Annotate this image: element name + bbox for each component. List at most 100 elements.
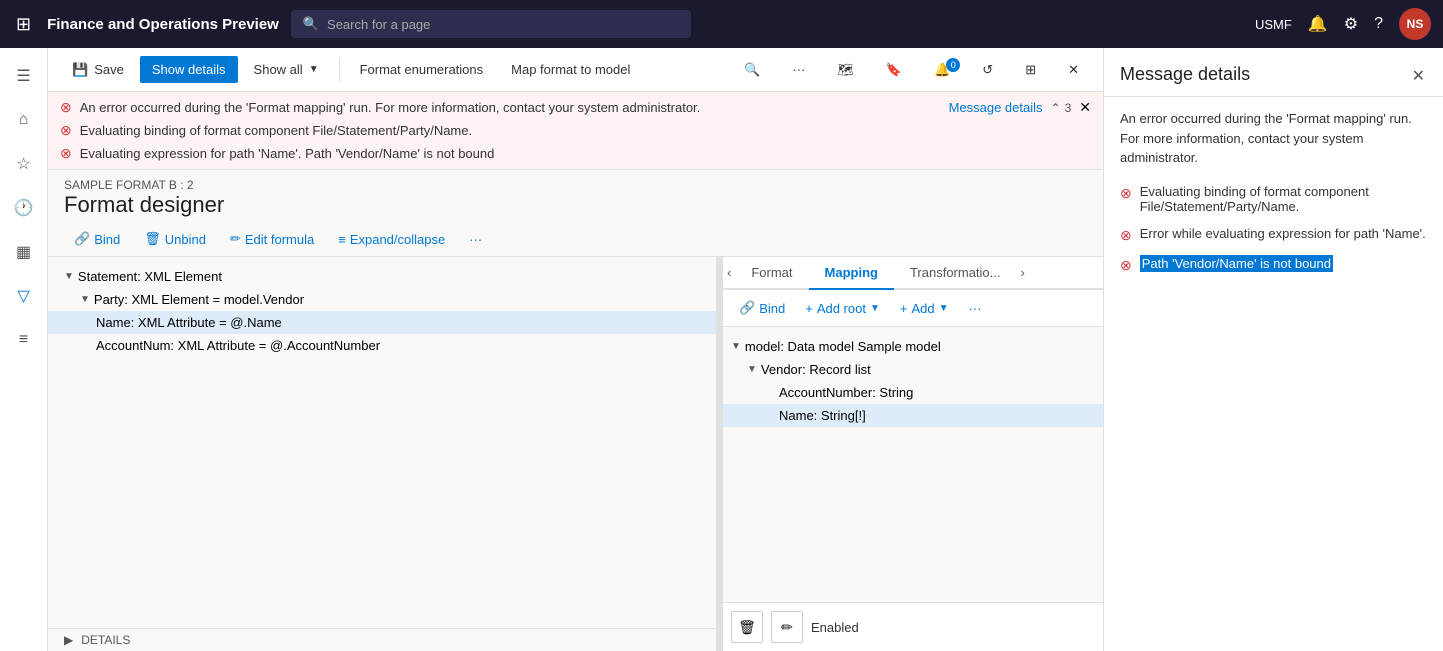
add-button[interactable]: + Add ▼ — [892, 297, 957, 320]
refresh-button[interactable]: ↺ — [970, 56, 1005, 84]
map-icon-button[interactable]: 🗺 — [825, 56, 866, 84]
save-button[interactable]: 💾 Save — [60, 56, 136, 84]
edit-formula-icon: ✏ — [230, 231, 241, 247]
sidebar-item-home[interactable]: ⌂ — [4, 100, 44, 140]
msg-error-text-2: Error while evaluating expression for pa… — [1140, 226, 1426, 241]
mapping-tab-nav-right[interactable]: › — [1017, 257, 1029, 288]
tree-item-name[interactable]: Name: XML Attribute = @.Name — [48, 311, 716, 334]
company-selector[interactable]: USMF — [1255, 17, 1292, 32]
delete-icon-button[interactable]: 🗑 — [731, 611, 763, 643]
message-panel-body: An error occurred during the 'Format map… — [1104, 97, 1443, 651]
delete-icon: 🗑 — [738, 619, 756, 636]
error-row-1: ⊗ An error occurred during the 'Format m… — [60, 96, 700, 119]
msg-error-icon-3: ⊗ — [1120, 257, 1132, 274]
unbind-button[interactable]: 🗑 Unbind — [134, 226, 216, 252]
error-nav: ⌃ 3 — [1051, 101, 1072, 115]
more-designer-options-button[interactable]: ··· — [459, 227, 492, 252]
message-details-panel: Message details ✕ An error occurred duri… — [1103, 48, 1443, 651]
nav-right: USMF 🔔 ⚙ ? NS — [1255, 8, 1431, 40]
help-icon[interactable]: ? — [1374, 15, 1383, 33]
search-icon: 🔍 — [303, 16, 319, 32]
map-format-button[interactable]: Map format to model — [499, 56, 642, 83]
map-item-vendor[interactable]: ▼ Vendor: Record list — [723, 358, 1103, 381]
map-item-model[interactable]: ▼ model: Data model Sample model — [723, 335, 1103, 358]
sidebar-item-modules[interactable]: ≡ — [4, 320, 44, 360]
enabled-label: Enabled — [811, 620, 859, 635]
message-panel-close-button[interactable]: ✕ — [1410, 64, 1427, 88]
statement-arrow-icon: ▼ — [64, 271, 74, 282]
error-controls: Message details ⌃ 3 ✕ — [949, 99, 1091, 116]
designer-header: SAMPLE FORMAT B : 2 Format designer — [48, 170, 1103, 222]
add-root-icon: + — [805, 301, 813, 316]
sidebar-item-menu[interactable]: ☰ — [4, 56, 44, 96]
details-arrow-icon: ▶ — [64, 633, 73, 647]
mapping-more-options[interactable]: ··· — [961, 297, 990, 320]
avatar[interactable]: NS — [1399, 8, 1431, 40]
toolbar-separator — [339, 58, 340, 82]
bind-button[interactable]: 🔗 Bind — [64, 226, 130, 252]
highlighted-error-text: Path 'Vendor/Name' is not bound — [1140, 255, 1333, 272]
msg-error-icon-1: ⊗ — [1120, 185, 1132, 202]
designer-subtitle: SAMPLE FORMAT B : 2 — [64, 178, 1087, 192]
message-details-link[interactable]: Message details — [949, 100, 1043, 115]
mapping-toolbar: 🔗 Bind + Add root ▼ + Add ▼ — [723, 290, 1103, 327]
main-toolbar: 💾 Save Show details Show all ▼ Format en… — [48, 48, 1103, 92]
close-button[interactable]: ✕ — [1056, 56, 1091, 84]
unbind-icon: 🗑 — [144, 231, 161, 247]
map-bind-icon: 🔗 — [739, 300, 755, 316]
party-arrow-icon: ▼ — [80, 294, 90, 305]
tab-mapping[interactable]: Mapping — [809, 257, 894, 290]
msg-error-item-2: ⊗ Error while evaluating expression for … — [1120, 226, 1427, 244]
vendor-arrow-icon: ▼ — [747, 364, 757, 375]
sidebar-item-favorites[interactable]: ☆ — [4, 144, 44, 184]
show-all-button[interactable]: Show all ▼ — [242, 56, 331, 83]
show-all-chevron-icon: ▼ — [309, 64, 319, 75]
edit-icon-button[interactable]: ✏ — [771, 611, 803, 643]
details-row[interactable]: ▶ DETAILS — [48, 628, 716, 651]
designer-area: SAMPLE FORMAT B : 2 Format designer 🔗 Bi… — [48, 170, 1103, 651]
expand-collapse-button[interactable]: ≡ Expand/collapse — [328, 227, 455, 252]
map-item-accountnumber[interactable]: AccountNumber: String — [723, 381, 1103, 404]
search-placeholder: Search for a page — [327, 17, 430, 32]
tab-transformation[interactable]: Transformatio... — [894, 257, 1017, 290]
add-root-button[interactable]: + Add root ▼ — [797, 297, 888, 320]
grid-icon[interactable]: ⊞ — [12, 10, 35, 39]
error-close-button[interactable]: ✕ — [1079, 99, 1091, 116]
map-item-name[interactable]: Name: String[!] — [723, 404, 1103, 427]
tree-item-statement[interactable]: ▼ Statement: XML Element — [48, 265, 716, 288]
format-enumerations-button[interactable]: Format enumerations — [348, 56, 496, 83]
tree-item-party[interactable]: ▼ Party: XML Element = model.Vendor — [48, 288, 716, 311]
tab-format[interactable]: Format — [735, 257, 808, 290]
map-bind-button[interactable]: 🔗 Bind — [731, 296, 793, 320]
bookmark-icon-button[interactable]: 🔖 — [874, 56, 914, 84]
msg-error-icon-2: ⊗ — [1120, 227, 1132, 244]
error-icon-1: ⊗ — [60, 99, 72, 116]
sidebar-item-filter[interactable]: ▽ — [4, 276, 44, 316]
search-icon-button[interactable]: 🔍 — [732, 56, 772, 84]
notification-icon[interactable]: 🔔 — [1308, 14, 1328, 34]
show-details-button[interactable]: Show details — [140, 56, 238, 83]
more-options-button[interactable]: ··· — [780, 56, 817, 83]
designer-panels: ▼ Statement: XML Element ▼ Party: XML El… — [48, 257, 1103, 651]
message-panel-title: Message details — [1120, 64, 1250, 85]
search-bar[interactable]: 🔍 Search for a page — [291, 10, 691, 38]
mapping-tab-nav-left[interactable]: ‹ — [723, 257, 735, 288]
sidebar-item-recent[interactable]: 🕐 — [4, 188, 44, 228]
bind-icon: 🔗 — [74, 231, 90, 247]
tree-item-accountnum[interactable]: AccountNum: XML Attribute = @.AccountNum… — [48, 334, 716, 357]
main-layout: ☰ ⌂ ☆ 🕐 ▦ ▽ ≡ 💾 Save Show details Show a… — [0, 48, 1443, 651]
msg-error-text-1: Evaluating binding of format component F… — [1140, 184, 1427, 214]
app-title: Finance and Operations Preview — [47, 16, 279, 33]
designer-title: Format designer — [64, 192, 1087, 218]
error-banner: ⊗ An error occurred during the 'Format m… — [48, 92, 1103, 170]
mapping-tabs: ‹ Format Mapping Transformatio... › — [723, 257, 1103, 290]
error-row-3: ⊗ Evaluating expression for path 'Name'.… — [60, 142, 1091, 165]
add-chevron-icon: ▼ — [939, 303, 949, 314]
mapping-tree: ▼ model: Data model Sample model ▼ Vendo… — [723, 327, 1103, 602]
new-window-button[interactable]: ⊞ — [1013, 56, 1048, 84]
settings-icon[interactable]: ⚙ — [1344, 14, 1358, 34]
expand-icon: ≡ — [338, 232, 346, 247]
msg-error-item-1: ⊗ Evaluating binding of format component… — [1120, 184, 1427, 214]
edit-formula-button[interactable]: ✏ Edit formula — [220, 226, 324, 252]
sidebar-item-workspaces[interactable]: ▦ — [4, 232, 44, 272]
